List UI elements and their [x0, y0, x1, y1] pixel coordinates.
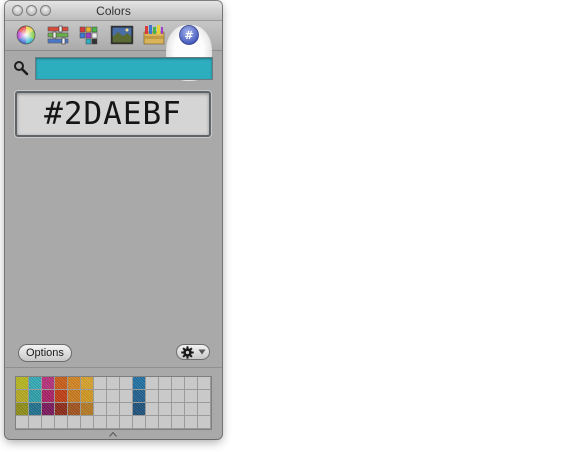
color-swatch[interactable]: [29, 390, 42, 403]
color-swatch[interactable]: [29, 416, 42, 429]
color-wheel-icon: [16, 25, 36, 45]
color-swatch[interactable]: [68, 416, 81, 429]
color-swatch[interactable]: [120, 377, 133, 390]
crayons-tool[interactable]: [142, 24, 166, 46]
chevron-down-icon: [198, 349, 206, 355]
color-swatch[interactable]: [159, 403, 172, 416]
color-swatch[interactable]: [172, 403, 185, 416]
color-swatch[interactable]: [81, 403, 94, 416]
color-swatch[interactable]: [107, 390, 120, 403]
sliders-icon: [47, 25, 69, 45]
color-swatch[interactable]: [55, 403, 68, 416]
color-swatch[interactable]: [107, 403, 120, 416]
color-swatch[interactable]: [81, 416, 94, 429]
color-swatch[interactable]: [172, 390, 185, 403]
resize-grip-icon[interactable]: [109, 432, 117, 437]
color-palettes-tool[interactable]: [78, 24, 102, 46]
window-title: Colors: [96, 4, 131, 18]
hex-color-value[interactable]: #2DAEBF: [15, 91, 211, 137]
search-input[interactable]: [35, 57, 213, 80]
color-swatch[interactable]: [159, 390, 172, 403]
color-swatch[interactable]: [185, 416, 198, 429]
color-swatch[interactable]: [68, 377, 81, 390]
color-swatch[interactable]: [29, 403, 42, 416]
palettes-icon: [79, 26, 98, 45]
color-swatch[interactable]: [133, 403, 146, 416]
color-swatch[interactable]: [16, 403, 29, 416]
color-wheel-tool[interactable]: [14, 24, 38, 46]
color-swatch[interactable]: [94, 390, 107, 403]
color-swatch[interactable]: [159, 377, 172, 390]
color-swatch[interactable]: [198, 377, 211, 390]
color-swatch[interactable]: [133, 390, 146, 403]
gear-icon: [181, 346, 194, 359]
toolbar: #: [5, 21, 222, 81]
color-swatch[interactable]: [185, 377, 198, 390]
color-swatch[interactable]: [133, 416, 146, 429]
hash-icon: #: [179, 25, 199, 45]
color-swatch[interactable]: [172, 416, 185, 429]
color-swatch[interactable]: [55, 390, 68, 403]
color-swatch[interactable]: [29, 377, 42, 390]
crayons-icon: [143, 25, 165, 45]
color-swatch[interactable]: [94, 416, 107, 429]
color-swatch[interactable]: [16, 416, 29, 429]
color-swatch[interactable]: [55, 377, 68, 390]
svg-text:#: #: [184, 29, 193, 42]
image-icon: [110, 25, 134, 45]
search-icon: [14, 61, 29, 76]
color-swatch[interactable]: [107, 416, 120, 429]
color-swatch[interactable]: [16, 390, 29, 403]
color-swatch[interactable]: [94, 377, 107, 390]
color-swatch[interactable]: [198, 403, 211, 416]
color-swatch[interactable]: [198, 390, 211, 403]
color-swatch[interactable]: [68, 403, 81, 416]
color-swatch[interactable]: [133, 377, 146, 390]
color-swatch[interactable]: [146, 416, 159, 429]
color-swatch-grid: [15, 376, 212, 430]
color-swatch[interactable]: [42, 390, 55, 403]
color-swatch[interactable]: [120, 403, 133, 416]
color-swatch[interactable]: [55, 416, 68, 429]
image-palettes-tool[interactable]: [110, 24, 134, 46]
color-swatch[interactable]: [81, 390, 94, 403]
divider: [5, 367, 222, 368]
color-swatch[interactable]: [107, 377, 120, 390]
title-bar: Colors: [5, 1, 222, 21]
colors-panel: Colors # #2DAEBF Options: [5, 1, 222, 439]
color-swatch[interactable]: [81, 377, 94, 390]
color-swatch[interactable]: [146, 403, 159, 416]
color-swatch[interactable]: [42, 377, 55, 390]
color-swatch[interactable]: [198, 416, 211, 429]
color-swatch[interactable]: [42, 416, 55, 429]
color-sliders-tool[interactable]: [46, 24, 70, 46]
color-swatch[interactable]: [120, 390, 133, 403]
color-swatch[interactable]: [146, 390, 159, 403]
options-button[interactable]: Options: [18, 344, 72, 362]
color-swatch[interactable]: [42, 403, 55, 416]
color-swatch[interactable]: [159, 416, 172, 429]
color-swatch[interactable]: [16, 377, 29, 390]
color-swatch[interactable]: [185, 390, 198, 403]
color-swatch[interactable]: [146, 377, 159, 390]
action-menu-button[interactable]: [176, 344, 210, 360]
color-swatch[interactable]: [172, 377, 185, 390]
color-swatch[interactable]: [120, 416, 133, 429]
hex-color-picker-tool[interactable]: #: [177, 24, 201, 46]
color-swatch[interactable]: [185, 403, 198, 416]
color-swatch[interactable]: [94, 403, 107, 416]
color-swatch[interactable]: [68, 390, 81, 403]
